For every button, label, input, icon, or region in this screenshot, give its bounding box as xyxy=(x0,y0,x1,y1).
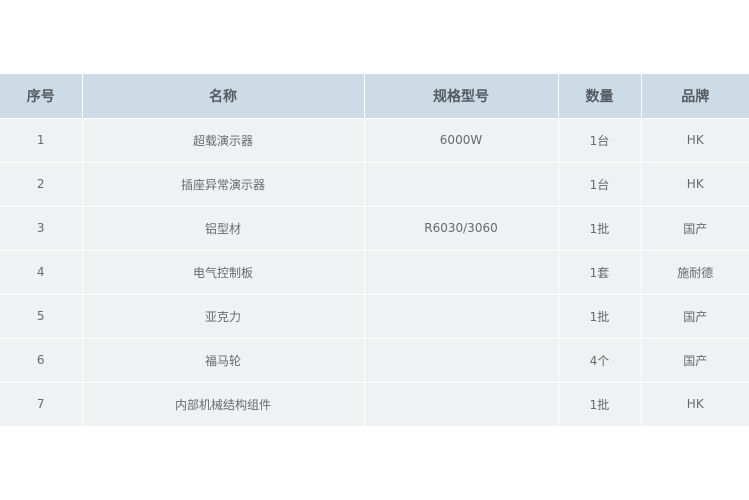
cell-index: 4 xyxy=(0,249,83,294)
table-row: 1 超载演示器 6000W 1台 HK xyxy=(0,117,749,162)
table-row: 4 电气控制板 1套 施耐德 xyxy=(0,249,749,294)
header-brand: 品牌 xyxy=(681,88,710,105)
cell-index: 7 xyxy=(0,381,83,426)
cell-spec: R6030/3060 xyxy=(364,205,559,250)
cell-index: 2 xyxy=(0,161,83,206)
equipment-table: 序号 名称 规格型号 数量 品牌 1 超载演示器 6000W 1台 HK 2 插… xyxy=(0,74,749,426)
equipment-table-container: 序号 名称 规格型号 数量 品牌 1 超载演示器 6000W 1台 HK 2 插… xyxy=(0,74,749,426)
header-quantity: 数量 xyxy=(558,74,642,118)
cell-name: 福马轮 xyxy=(82,337,365,382)
cell-spec xyxy=(364,249,559,294)
header-index: 序号 xyxy=(0,74,83,118)
cell-name: 亚克力 xyxy=(82,293,365,338)
cell-spec xyxy=(364,293,559,338)
cell-index: 6 xyxy=(0,337,83,382)
cell-spec: 6000W xyxy=(364,117,559,162)
cell-quantity: 1台 xyxy=(558,161,642,206)
cell-spec xyxy=(364,337,559,382)
cell-name: 超载演示器 xyxy=(82,117,365,162)
cell-spec xyxy=(364,381,559,426)
table-row: 5 亚克力 1批 国产 xyxy=(0,293,749,338)
cell-quantity: 1台 xyxy=(558,117,642,162)
table-row: 2 插座异常演示器 1台 HK xyxy=(0,161,749,206)
cell-name: 内部机械结构组件 xyxy=(82,381,365,426)
header-name: 名称 xyxy=(82,74,365,118)
table-row: 3 铝型材 R6030/3060 1批 国产 xyxy=(0,205,749,250)
cell-quantity: 1批 xyxy=(558,205,642,250)
cell-index: 1 xyxy=(0,117,83,162)
cell-name: 电气控制板 xyxy=(82,249,365,294)
cell-brand: HK xyxy=(641,161,749,206)
table-row: 6 福马轮 4个 国产 xyxy=(0,337,749,382)
cell-name: 插座异常演示器 xyxy=(82,161,365,206)
cell-spec xyxy=(364,161,559,206)
cell-quantity: 1套 xyxy=(558,249,642,294)
table-row: 7 内部机械结构组件 1批 HK xyxy=(0,381,749,426)
cell-brand: HK xyxy=(641,381,749,426)
cell-index: 5 xyxy=(0,293,83,338)
cell-brand: 国产 xyxy=(641,205,749,250)
cell-quantity: 4个 xyxy=(558,337,642,382)
cell-name: 铝型材 xyxy=(82,205,365,250)
cell-quantity: 1批 xyxy=(558,293,642,338)
table-header-row: 序号 名称 规格型号 数量 品牌 xyxy=(0,74,749,118)
cell-brand: HK xyxy=(641,117,749,162)
cell-brand: 国产 xyxy=(641,293,749,338)
cell-index: 3 xyxy=(0,205,83,250)
header-spec: 规格型号 xyxy=(364,74,559,118)
cell-quantity: 1批 xyxy=(558,381,642,426)
cell-brand: 施耐德 xyxy=(641,249,749,294)
cell-brand: 国产 xyxy=(641,337,749,382)
